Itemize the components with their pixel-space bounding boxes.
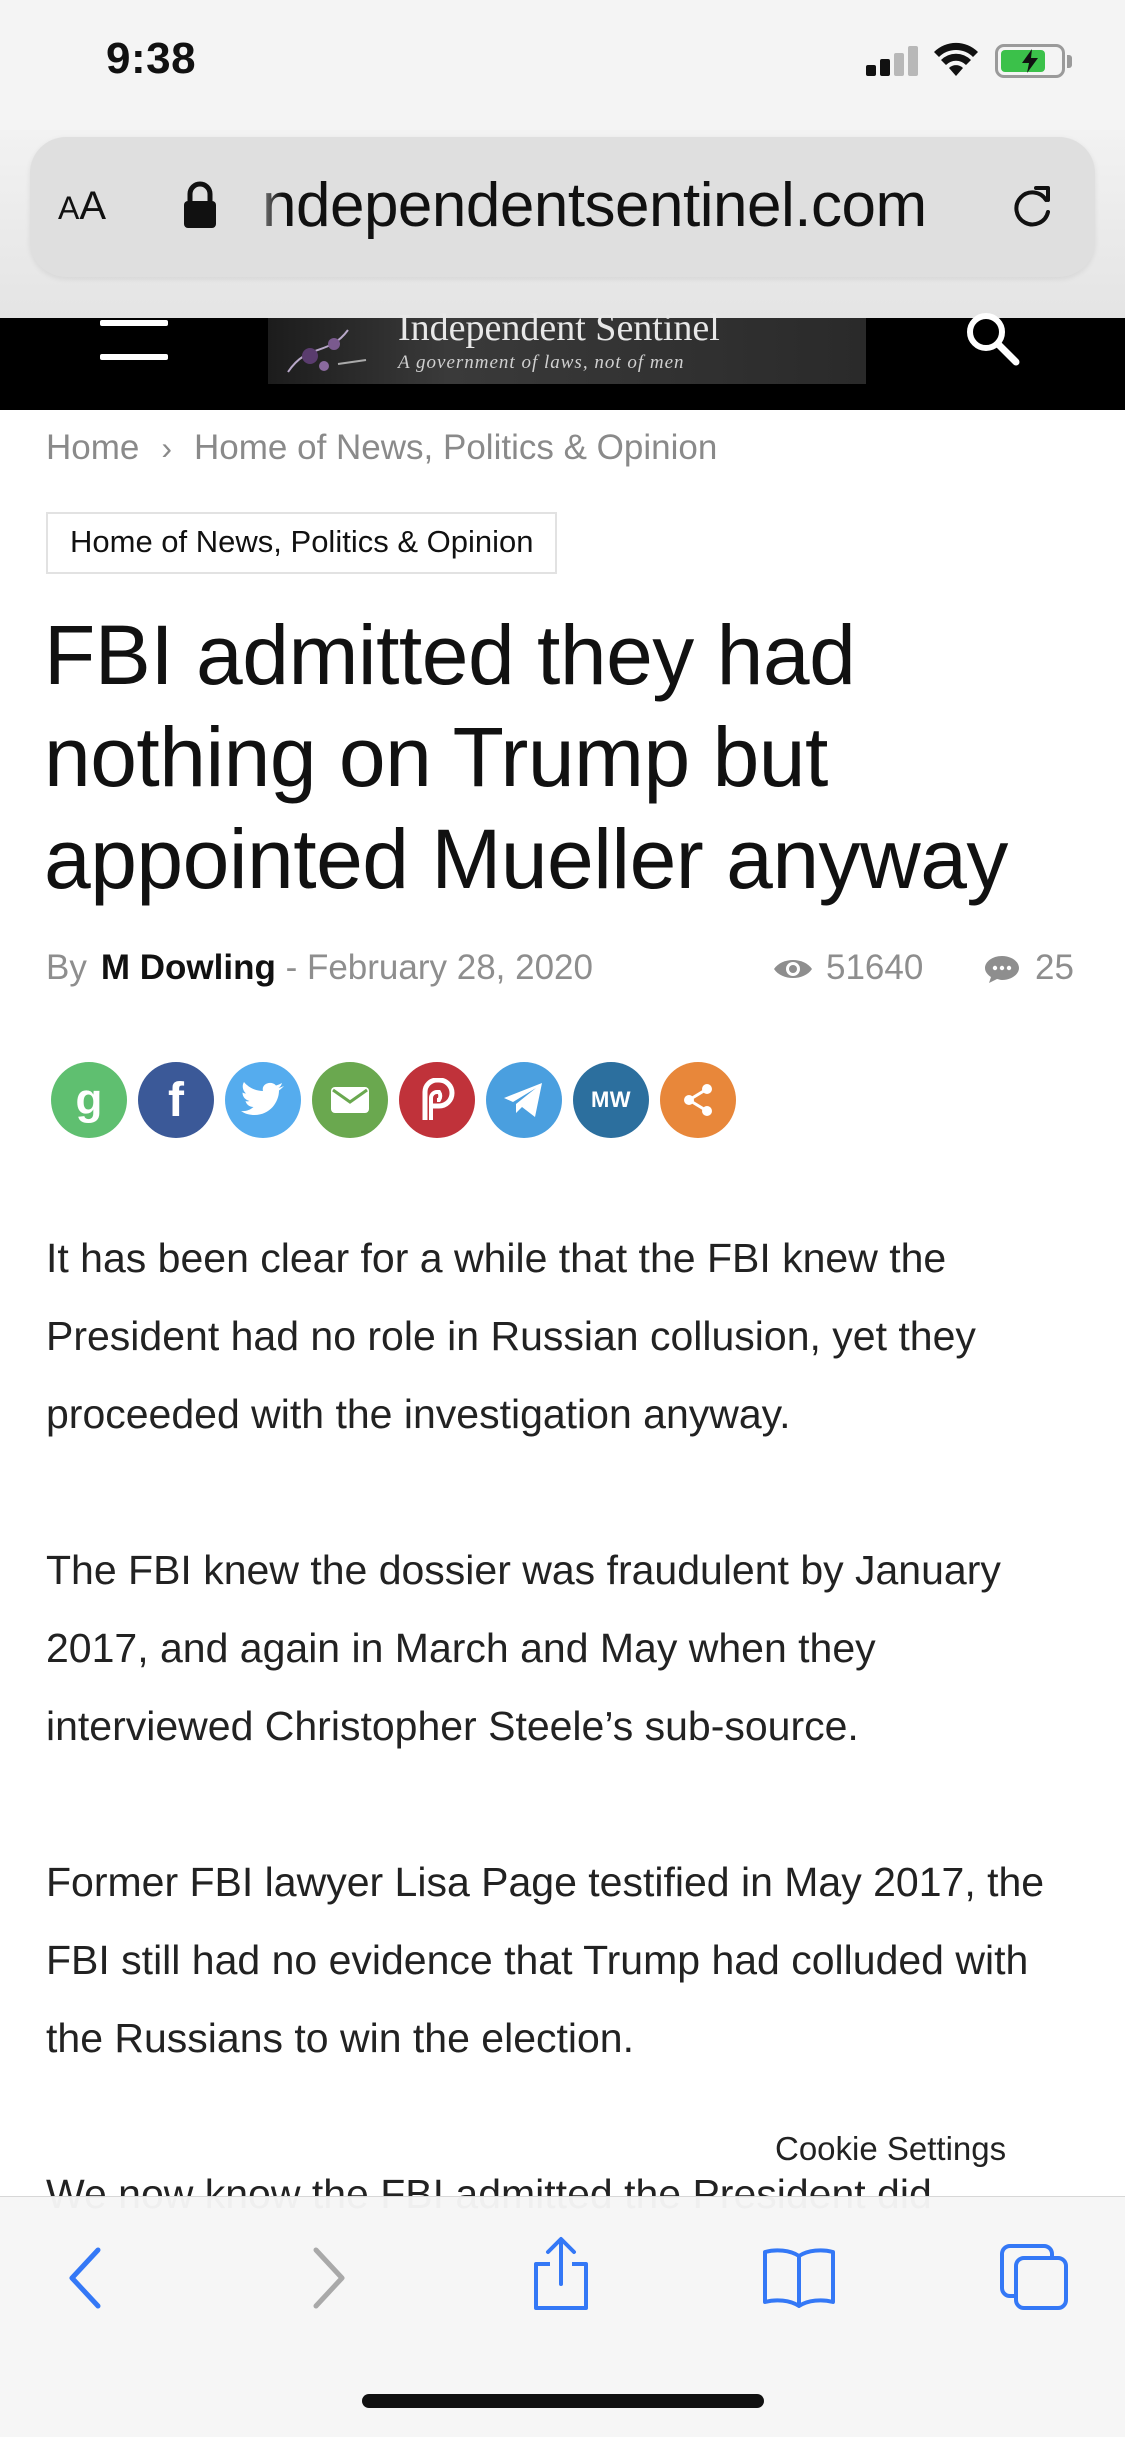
forward-chevron-icon[interactable] <box>308 2246 348 2310</box>
article-paragraph: The FBI knew the dossier was fraudulent … <box>46 1547 1001 1749</box>
battery-icon <box>995 44 1065 78</box>
cookie-settings-link[interactable]: Cookie Settings <box>775 2130 1006 2168</box>
facebook-icon: f <box>168 1073 184 1127</box>
home-indicator[interactable] <box>362 2394 764 2408</box>
comment-count[interactable]: 25 <box>983 948 1074 988</box>
author-link[interactable]: M Dowling <box>101 948 276 987</box>
breadcrumb: Home › Home of News, Politics & Opinion <box>46 428 717 468</box>
more-share-button[interactable] <box>660 1062 736 1138</box>
view-count: 51640 <box>772 948 923 988</box>
comment-bubble-icon <box>985 956 1019 983</box>
logo-emblem-icon <box>287 329 367 373</box>
bookmarks-book-icon[interactable] <box>762 2246 836 2308</box>
facebook-share-button[interactable]: f <box>138 1062 214 1138</box>
reload-icon[interactable] <box>1006 180 1058 232</box>
hamburger-menu-icon[interactable] <box>100 318 168 362</box>
breadcrumb-section-link[interactable]: Home of News, Politics & Opinion <box>194 428 717 467</box>
logo-title: Independent Sentinel <box>398 307 720 349</box>
lock-icon <box>184 181 216 228</box>
gab-icon: g <box>75 1075 103 1124</box>
article-paragraph: It has been clear for a while that the F… <box>46 1235 976 1437</box>
back-chevron-icon[interactable] <box>66 2246 106 2310</box>
breadcrumb-separator: › <box>161 430 173 466</box>
wifi-icon <box>934 42 978 76</box>
cellular-signal-icon <box>866 46 918 76</box>
article-meta: By M Dowling - February 28, 2020 <box>46 948 593 988</box>
article-paragraph: Former FBI lawyer Lisa Page testified in… <box>46 1859 1045 2061</box>
twitter-icon <box>241 1082 284 1115</box>
mewe-icon: MW <box>590 1087 632 1112</box>
article-title: FBI admitted they had nothing on Trump b… <box>44 608 1008 906</box>
logo-tagline: A government of laws, not of men <box>398 352 685 373</box>
url-text[interactable]: ndependentsentinel.com <box>262 170 927 241</box>
twitter-share-button[interactable] <box>225 1062 301 1138</box>
share-icon[interactable] <box>530 2236 592 2312</box>
article-date: February 28, 2020 <box>306 948 593 987</box>
gab-share-button[interactable]: g <box>51 1062 127 1138</box>
telegram-share-button[interactable] <box>486 1062 562 1138</box>
parler-icon <box>422 1078 455 1120</box>
share-icon <box>684 1084 712 1116</box>
email-icon <box>331 1087 369 1113</box>
by-label: By <box>46 948 87 987</box>
breadcrumb-home-link[interactable]: Home <box>46 428 139 467</box>
tabs-icon[interactable] <box>998 2242 1070 2312</box>
text-size-button[interactable]: AAAA <box>58 184 106 229</box>
search-icon[interactable] <box>962 312 1024 368</box>
category-badge[interactable]: Home of News, Politics & Opinion <box>46 512 558 574</box>
parler-share-button[interactable] <box>399 1062 475 1138</box>
eye-icon <box>774 960 812 978</box>
mewe-share-button[interactable]: MW <box>573 1062 649 1138</box>
meta-dash: - <box>285 948 298 987</box>
status-time: 9:38 <box>106 34 197 83</box>
email-share-button[interactable] <box>312 1062 388 1138</box>
telegram-icon <box>504 1083 542 1117</box>
